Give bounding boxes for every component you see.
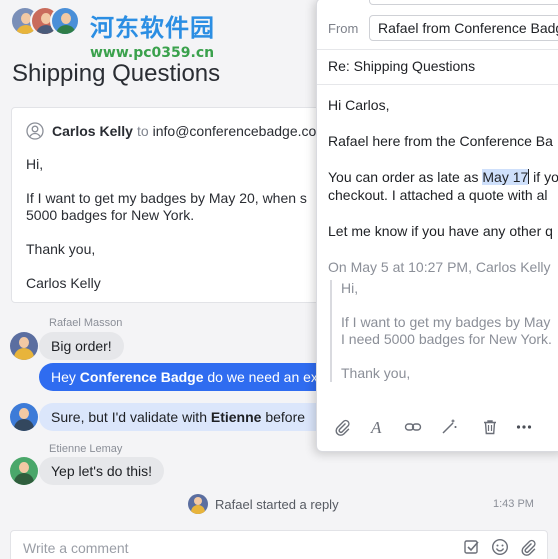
quote-line: I need 5000 badges for New York. — [341, 331, 552, 347]
email-line: Carlos Kelly — [26, 275, 101, 291]
email-to-label: to — [136, 123, 149, 139]
avatar[interactable] — [10, 457, 38, 485]
person-icon — [26, 122, 44, 140]
checkbox-icon[interactable] — [463, 538, 481, 556]
draft-toolbar: A — [317, 409, 558, 445]
composer-actions — [463, 538, 537, 556]
mention[interactable]: Conference Badge — [80, 369, 204, 385]
message-bubble[interactable]: Big order! — [39, 332, 124, 360]
email-line: Hi, — [26, 156, 44, 172]
format-button[interactable]: A — [367, 417, 387, 437]
comment-input[interactable]: Write a comment — [23, 540, 129, 556]
quoted-message: Hi, If I want to get my badges by May I … — [330, 280, 558, 382]
magic-wand-icon — [442, 419, 457, 434]
quote-line: If I want to get my badges by May — [341, 314, 551, 330]
attach-button[interactable] — [332, 417, 352, 437]
message-bubble[interactable]: Hey Conference Badge do we need an ex — [39, 363, 339, 391]
message-bubble[interactable]: Sure, but I'd validate with Etienne befo… — [39, 403, 339, 431]
email-line: 5000 badges for New York. — [26, 207, 195, 223]
from-select[interactable]: Rafael from Conference Badge — [369, 15, 558, 41]
divider — [317, 49, 558, 50]
avatar[interactable] — [10, 403, 38, 431]
reply-text: You can order as late as — [328, 169, 483, 185]
svg-text:A: A — [370, 418, 382, 436]
message-author: Etienne Lemay — [49, 443, 123, 455]
reply-body-editor[interactable]: Hi Carlos, Rafael here from the Conferen… — [328, 96, 558, 258]
comment-composer[interactable]: Write a comment — [10, 530, 548, 559]
delete-draft-button[interactable] — [480, 417, 500, 437]
trash-icon — [484, 420, 496, 435]
from-row: From Rafael from Conference Badge — [317, 13, 558, 43]
email-card[interactable]: Carlos Kelly to info@conferencebadge.co … — [11, 107, 351, 303]
more-button[interactable] — [514, 417, 534, 437]
panel-tab — [369, 0, 558, 5]
reply-text: if yo — [529, 169, 558, 185]
message-text: before — [261, 409, 306, 425]
subject-field[interactable]: Re: Shipping Questions — [328, 58, 475, 74]
quote-line: Hi, — [341, 280, 359, 296]
reply-status: Rafael started a reply — [188, 494, 339, 514]
reply-line: checkout. I attached a quote with al — [328, 187, 548, 203]
message-text: do we need an ex — [203, 369, 318, 385]
message-text: Hey — [51, 369, 80, 385]
avatar — [188, 494, 208, 514]
reply-line: Hi Carlos, — [328, 97, 390, 113]
watermark: 河东软件园 www.pc0359.cn — [90, 8, 215, 61]
message-bubble[interactable]: Yep let's do this! — [39, 457, 165, 485]
email-recipient[interactable]: info@conferencebadge.co — [153, 123, 317, 139]
email-sender[interactable]: Carlos Kelly — [52, 123, 133, 139]
email-line: Thank you, — [26, 241, 96, 257]
reply-status-text: Rafael started a reply — [215, 496, 339, 512]
paperclip-icon — [335, 419, 350, 436]
message-text: Sure, but I'd validate with — [51, 409, 211, 425]
email-body: Hi, If I want to get my badges by May 20… — [26, 156, 336, 292]
avatar[interactable] — [10, 332, 38, 360]
text-format-icon: A — [370, 418, 382, 436]
emoji-icon[interactable] — [491, 538, 509, 556]
reply-draft-panel: From Rafael from Conference Badge Re: Sh… — [316, 0, 558, 452]
message-author: Rafael Masson — [49, 317, 123, 329]
more-icon — [516, 425, 532, 429]
quote-header: On May 5 at 10:27 PM, Carlos Kelly — [328, 259, 551, 275]
reply-line: Let me know if you have any other q — [328, 223, 553, 239]
avatar[interactable] — [50, 6, 80, 36]
reply-line: Rafael here from the Conference Ba — [328, 133, 553, 149]
divider — [317, 84, 558, 85]
email-header: Carlos Kelly to info@conferencebadge.co — [26, 122, 336, 140]
timestamp: 1:43 PM — [493, 498, 534, 510]
reply-line: You can order as late as May 17 if yo — [328, 168, 558, 186]
email-line: If I want to get my badges by May 20, wh… — [26, 190, 307, 206]
watermark-url: www.pc0359.cn — [90, 45, 215, 61]
from-label: From — [328, 21, 359, 36]
page-title: Shipping Questions — [12, 60, 221, 87]
quote-line: Thank you, — [341, 365, 411, 381]
paperclip-icon[interactable] — [519, 538, 537, 556]
watermark-title: 河东软件园 — [90, 14, 215, 42]
mention[interactable]: Etienne — [211, 409, 262, 425]
insert-link-button[interactable] — [403, 417, 423, 437]
link-icon — [404, 423, 422, 431]
snippet-button[interactable] — [439, 417, 459, 437]
selected-text: May 17 — [482, 169, 529, 185]
